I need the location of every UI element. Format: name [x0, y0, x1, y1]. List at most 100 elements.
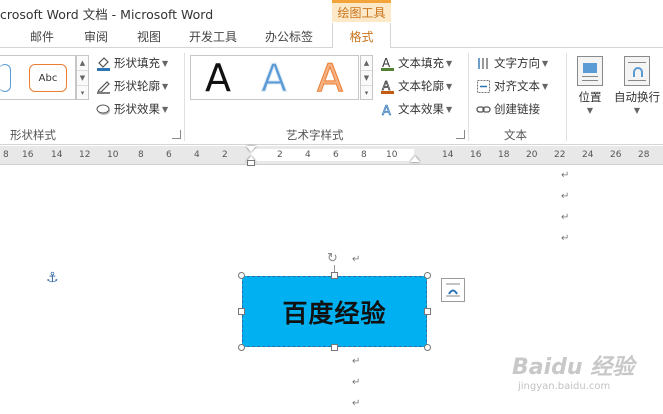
- paragraph-mark: ↵: [352, 356, 361, 367]
- chevron-down-icon: ▼: [586, 106, 594, 115]
- shape-style-thumb-1[interactable]: [0, 64, 11, 92]
- text-fill-label: 文本填充: [398, 56, 444, 70]
- wordart-gallery[interactable]: A A A: [190, 55, 359, 100]
- text-outline-button[interactable]: A 文本轮廓 ▼: [380, 77, 452, 95]
- tab-mail[interactable]: 邮件: [30, 28, 54, 45]
- ruler-tick: 8: [138, 150, 144, 160]
- paragraph-mark: ↵: [561, 212, 570, 223]
- layout-options-icon: [446, 283, 460, 297]
- position-icon: [577, 56, 603, 86]
- ruler-tick: 6: [166, 150, 172, 160]
- position-button[interactable]: 位置 ▼: [568, 56, 612, 115]
- resize-handle-top-left[interactable]: [238, 272, 245, 279]
- ruler-tick: 20: [526, 150, 538, 160]
- layout-options-button[interactable]: [441, 278, 465, 302]
- ruler-tick: 10: [107, 150, 119, 160]
- chevron-down-icon: ▼: [162, 58, 169, 68]
- shape-outline-button[interactable]: 形状轮廓 ▼: [96, 77, 168, 95]
- text-effects-button[interactable]: A 文本效果 ▼: [380, 100, 452, 119]
- wordart-styles-dialog-launcher[interactable]: [456, 130, 465, 139]
- paragraph-mark: ↵: [561, 233, 570, 244]
- shape-fill-button[interactable]: 形状填充 ▼: [96, 54, 168, 72]
- resize-handle-bottom[interactable]: [331, 344, 338, 351]
- text-box-content[interactable]: 百度经验: [243, 277, 426, 346]
- align-text-icon: [476, 79, 491, 94]
- shape-styles-dialog-launcher[interactable]: [172, 130, 181, 139]
- ribbon-separator: [468, 53, 469, 141]
- text-fill-icon: A: [380, 56, 395, 71]
- chevron-down-icon: ▼: [542, 81, 549, 91]
- ruler-tick: 14: [442, 150, 454, 160]
- ruler-tick: 16: [470, 150, 482, 160]
- tab-office-tab[interactable]: 办公标签: [265, 28, 313, 45]
- first-line-indent-marker[interactable]: [246, 146, 256, 152]
- wrap-text-button[interactable]: 自动换行 ▼: [612, 56, 662, 115]
- chevron-down-icon: ▼: [162, 81, 169, 91]
- scroll-down-icon[interactable]: ▼: [361, 71, 372, 86]
- shape-fill-label: 形状填充: [114, 56, 160, 70]
- text-fill-button[interactable]: A 文本填充 ▼: [380, 54, 452, 72]
- document-page[interactable]: ↵ ↵ ↵ ↵ ↵ ↵ ↵ ↵ ⚓ ↻ 百度经验 Baidu 经验 jingya…: [0, 166, 663, 414]
- shape-style-gallery-scroll[interactable]: ▲ ▼ ▾: [76, 55, 89, 100]
- chevron-down-icon: ▼: [446, 58, 453, 68]
- wordart-sample-black[interactable]: A: [205, 58, 231, 98]
- tab-format[interactable]: 格式: [332, 23, 391, 49]
- wrap-text-label: 自动换行: [614, 90, 660, 104]
- text-direction-button[interactable]: 文字方向 ▼: [476, 54, 548, 72]
- right-indent-marker[interactable]: [410, 156, 420, 162]
- shape-style-thumb-2[interactable]: Abc: [29, 64, 67, 92]
- tab-developer[interactable]: 开发工具: [189, 28, 237, 45]
- watermark-logo-text: Baidu 经验: [512, 355, 635, 380]
- svg-text:A: A: [382, 56, 391, 70]
- resize-handle-top[interactable]: [331, 272, 338, 279]
- anchor-icon[interactable]: ⚓: [46, 270, 59, 286]
- paragraph-mark: ↵: [561, 191, 570, 202]
- chevron-down-icon: ▼: [446, 81, 453, 91]
- scroll-up-icon[interactable]: ▲: [77, 56, 88, 71]
- resize-handle-top-right[interactable]: [424, 272, 431, 279]
- ruler-tick: 8: [361, 150, 367, 160]
- horizontal-ruler[interactable]: 8 16 14 12 10 8 6 4 2 2 4 6 8 10 14 16 1…: [0, 146, 663, 165]
- paragraph-mark: ↵: [352, 377, 361, 388]
- paragraph-mark: ↵: [352, 398, 361, 409]
- resize-handle-left[interactable]: [238, 308, 245, 315]
- text-group-label: 文本: [504, 128, 527, 142]
- position-label: 位置: [578, 90, 602, 104]
- text-effects-icon: A: [380, 102, 395, 119]
- title-bar: crosoft Word 文档 - Microsoft Word 绘图工具: [0, 0, 663, 22]
- ruler-tick: 2: [222, 150, 228, 160]
- scroll-down-icon[interactable]: ▼: [77, 71, 88, 86]
- scroll-up-icon[interactable]: ▲: [361, 56, 372, 71]
- chevron-down-icon: ▼: [542, 58, 549, 68]
- gallery-more-icon[interactable]: ▾: [361, 86, 372, 101]
- create-link-label: 创建链接: [494, 102, 540, 116]
- ribbon-separator: [184, 53, 185, 141]
- tab-review[interactable]: 审阅: [84, 28, 108, 45]
- align-text-label: 对齐文本: [494, 79, 540, 93]
- ruler-tick: 10: [386, 150, 398, 160]
- text-box[interactable]: 百度经验: [242, 276, 427, 347]
- paint-bucket-icon: [96, 56, 111, 71]
- wordart-gallery-scroll[interactable]: ▲ ▼ ▾: [360, 55, 373, 100]
- resize-handle-bottom-left[interactable]: [238, 344, 245, 351]
- contextual-tab-label: 绘图工具: [337, 6, 386, 20]
- ruler-tick: 16: [22, 150, 34, 160]
- ribbon-tabs: 邮件 审阅 视图 开发工具 办公标签 格式: [0, 22, 663, 49]
- tab-view[interactable]: 视图: [137, 28, 161, 45]
- ruler-tick: 18: [498, 150, 510, 160]
- paragraph-mark: ↵: [352, 254, 361, 265]
- align-text-button[interactable]: 对齐文本 ▼: [476, 77, 548, 95]
- ruler-tick: 28: [638, 150, 650, 160]
- wordart-sample-orange[interactable]: A: [317, 58, 344, 99]
- resize-handle-bottom-right[interactable]: [424, 344, 431, 351]
- shape-effects-button[interactable]: 形状效果 ▼: [96, 100, 168, 118]
- resize-handle-right[interactable]: [424, 308, 431, 315]
- rotate-handle-icon[interactable]: ↻: [327, 251, 338, 266]
- shape-style-gallery[interactable]: Abc: [0, 55, 76, 100]
- gallery-more-icon[interactable]: ▾: [77, 86, 88, 101]
- create-link-button[interactable]: 创建链接: [476, 100, 540, 118]
- text-direction-label: 文字方向: [494, 56, 540, 70]
- text-direction-icon: [476, 56, 491, 71]
- text-effects-label: 文本效果: [398, 102, 444, 116]
- wordart-sample-blue[interactable]: A: [261, 58, 288, 99]
